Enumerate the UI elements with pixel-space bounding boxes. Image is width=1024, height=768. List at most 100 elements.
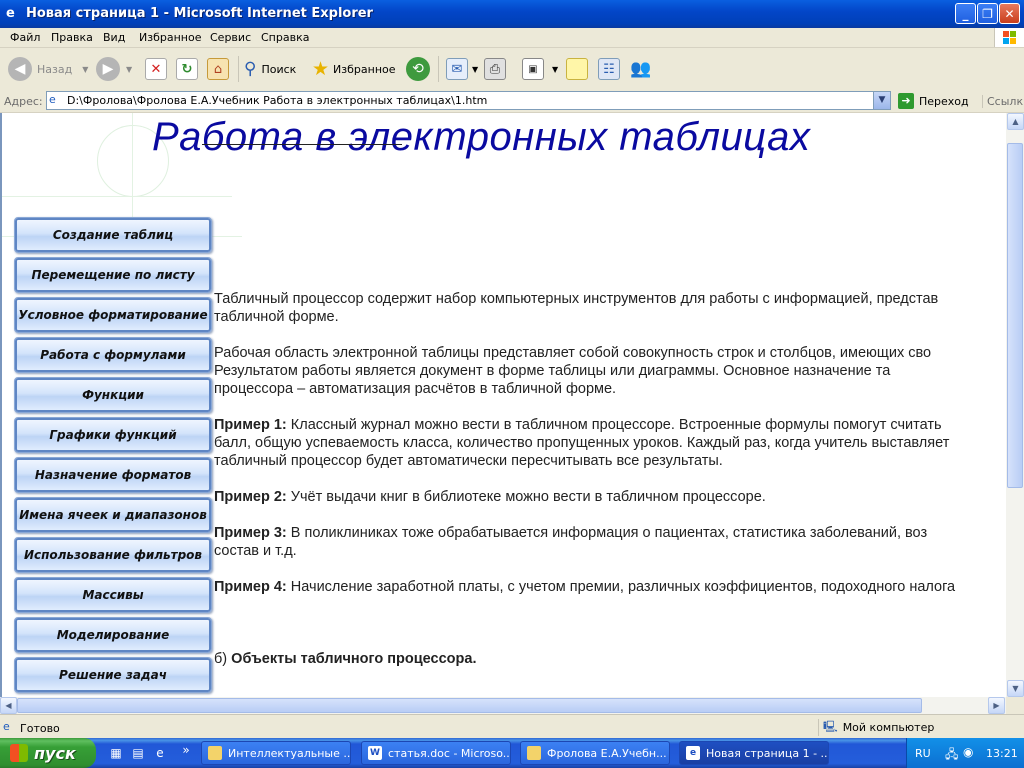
nav-filters[interactable]: Использование фильтров	[14, 537, 212, 573]
example-label: Пример 2:	[214, 489, 287, 505]
quicklaunch-more-icon[interactable]: »	[178, 742, 194, 758]
text-line: Учёт выдачи книг в библиотеке можно вест…	[286, 489, 766, 505]
language-indicator[interactable]: RU	[915, 747, 931, 760]
section-prefix: б)	[214, 651, 232, 667]
address-bar: Адрес: e D:\Фролова\Фролова Е.А.Учебник …	[0, 90, 1024, 113]
scroll-down-icon[interactable]: ▼	[1007, 680, 1024, 697]
quicklaunch-app-icon[interactable]: ▤	[130, 745, 146, 761]
favorites-button[interactable]: ★ Избранное	[312, 56, 396, 82]
print-button[interactable]: ⎙	[484, 56, 506, 82]
back-button[interactable]: ◀ Назад ▼	[8, 56, 88, 82]
go-button[interactable]: ➜ Переход	[898, 92, 969, 110]
discuss-button[interactable]	[566, 56, 588, 82]
example-1: Пример 1: Классный журнал можно вести в …	[214, 416, 1006, 470]
task-button-4-active[interactable]: e Новая страница 1 - ...	[679, 741, 829, 765]
menu-favorites[interactable]: Избранное	[139, 31, 201, 44]
paragraph-intro: Табличный процессор содержит набор компь…	[214, 290, 1006, 326]
decorative-line	[2, 196, 232, 197]
home-button[interactable]: ⌂	[207, 56, 229, 82]
vertical-scrollbar[interactable]: ▲ ▼	[1006, 113, 1024, 697]
task-button-3[interactable]: Фролова Е.А.Учебн...	[520, 741, 670, 765]
back-label: Назад	[37, 62, 73, 76]
word-doc-icon: W	[368, 746, 382, 760]
task-label: Новая страница 1 - ...	[706, 746, 829, 760]
nav-arrays[interactable]: Массивы	[14, 577, 212, 613]
scroll-left-icon[interactable]: ◀	[0, 697, 17, 714]
maximize-button[interactable]: ❐	[977, 3, 998, 24]
toolbar: ◀ Назад ▼ ▶ ▼ ✕ ↻ ⌂ ⚲ Поиск ★ Избранное …	[0, 48, 1024, 91]
horizontal-scrollbar[interactable]: ◀ ▶	[0, 697, 1006, 714]
horizontal-scroll-thumb[interactable]	[17, 698, 922, 713]
task-label: Фролова Е.А.Учебн...	[547, 746, 667, 760]
menu-tools[interactable]: Сервис	[210, 31, 251, 44]
nav-functions[interactable]: Функции	[14, 377, 212, 413]
go-label: Переход	[919, 94, 969, 108]
network-icon[interactable]: 🖧	[945, 745, 958, 766]
mail-button[interactable]: ✉ ▼	[446, 56, 478, 82]
edit-dropdown-icon: ▼	[552, 64, 559, 74]
search-label: Поиск	[261, 62, 297, 76]
messenger-button[interactable]: 👥	[630, 56, 651, 82]
text-line: Табличный процессор содержит набор компь…	[214, 291, 939, 307]
nav-formats[interactable]: Назначение форматов	[14, 457, 212, 493]
example-2: Пример 2: Учёт выдачи книг в библиотеке …	[214, 488, 1006, 506]
status-bar: e Готово 🖳 Мой компьютер	[0, 714, 1024, 739]
stop-button[interactable]: ✕	[145, 56, 167, 82]
address-input[interactable]: e D:\Фролова\Фролова Е.А.Учебник Работа …	[46, 91, 891, 110]
taskbar: пуск ▦ ▤ e » Интеллектуальные ... Wстать…	[0, 738, 1024, 768]
nav-sheet-navigation[interactable]: Перемещение по листу	[14, 257, 212, 293]
refresh-button[interactable]: ↻	[176, 56, 198, 82]
folder-icon	[208, 746, 222, 760]
task-button-1[interactable]: Интеллектуальные ...	[201, 741, 351, 765]
nav-cell-names[interactable]: Имена ячеек и диапазонов	[14, 497, 212, 533]
example-label: Пример 4:	[214, 579, 287, 595]
links-button[interactable]: Ссылки	[982, 95, 1024, 108]
scroll-up-icon[interactable]: ▲	[1007, 113, 1024, 130]
menu-help[interactable]: Справка	[261, 31, 309, 44]
menu-edit[interactable]: Правка	[51, 31, 93, 44]
task-button-2[interactable]: Wстатья.doc - Microso...	[361, 741, 511, 765]
section-heading: б) Объекты табличного процессора.	[214, 650, 1006, 668]
text-line: Начисление заработной платы, с учетом пр…	[286, 579, 956, 595]
history-button[interactable]: ⟲	[406, 56, 430, 82]
nav-formulas[interactable]: Работа с формулами	[14, 337, 212, 373]
text-line: процессора – автоматизация расчётов в та…	[214, 381, 617, 397]
tray-app-icon[interactable]: ◉	[963, 745, 973, 759]
research-button[interactable]: ☷	[598, 56, 620, 82]
forward-dropdown-icon: ▼	[126, 64, 133, 74]
edit-button[interactable]: ▣ ▼	[522, 56, 558, 82]
page-icon: e	[3, 720, 10, 733]
task-label: статья.doc - Microso...	[388, 746, 511, 760]
minimize-button[interactable]: _	[955, 3, 976, 24]
start-label: пуск	[34, 743, 76, 763]
window-title: Новая страница 1 - Microsoft Internet Ex…	[26, 6, 373, 21]
nav-conditional-formatting[interactable]: Условное форматирование	[14, 297, 212, 333]
start-button[interactable]: пуск	[0, 738, 96, 768]
nav-create-tables[interactable]: Создание таблиц	[14, 217, 212, 253]
note-icon	[566, 58, 588, 80]
address-value: D:\Фролова\Фролова Е.А.Учебник Работа в …	[67, 94, 488, 107]
close-button[interactable]: ✕	[999, 3, 1020, 24]
show-desktop-icon[interactable]: ▦	[108, 745, 124, 761]
quicklaunch-ie-icon[interactable]: e	[152, 745, 168, 761]
go-arrow-icon: ➜	[898, 93, 914, 109]
title-bar: e Новая страница 1 - Microsoft Internet …	[0, 0, 1024, 28]
nav-problem-solving[interactable]: Решение задач	[14, 657, 212, 693]
address-dropdown-icon[interactable]: ▼	[873, 92, 890, 109]
vertical-scroll-thumb[interactable]	[1007, 143, 1023, 488]
forward-button[interactable]: ▶ ▼	[96, 56, 132, 82]
task-label: Интеллектуальные ...	[228, 746, 351, 760]
page-content: Работа в электронных таблицах Создание т…	[0, 113, 1006, 697]
history-icon: ⟲	[406, 57, 430, 81]
scroll-right-icon[interactable]: ▶	[988, 697, 1005, 714]
clock: 13:21	[986, 747, 1018, 760]
search-button[interactable]: ⚲ Поиск	[244, 56, 296, 82]
menu-view[interactable]: Вид	[103, 31, 125, 44]
example-label: Пример 3:	[214, 525, 287, 541]
text-line: балл, общую успеваемость класса, количес…	[214, 435, 950, 451]
menu-file[interactable]: Файл	[10, 31, 40, 44]
example-label: Пример 1:	[214, 417, 287, 433]
nav-modeling[interactable]: Моделирование	[14, 617, 212, 653]
nav-function-graphs[interactable]: Графики функций	[14, 417, 212, 453]
menu-bar: Файл Правка Вид Избранное Сервис Справка	[0, 28, 1024, 48]
